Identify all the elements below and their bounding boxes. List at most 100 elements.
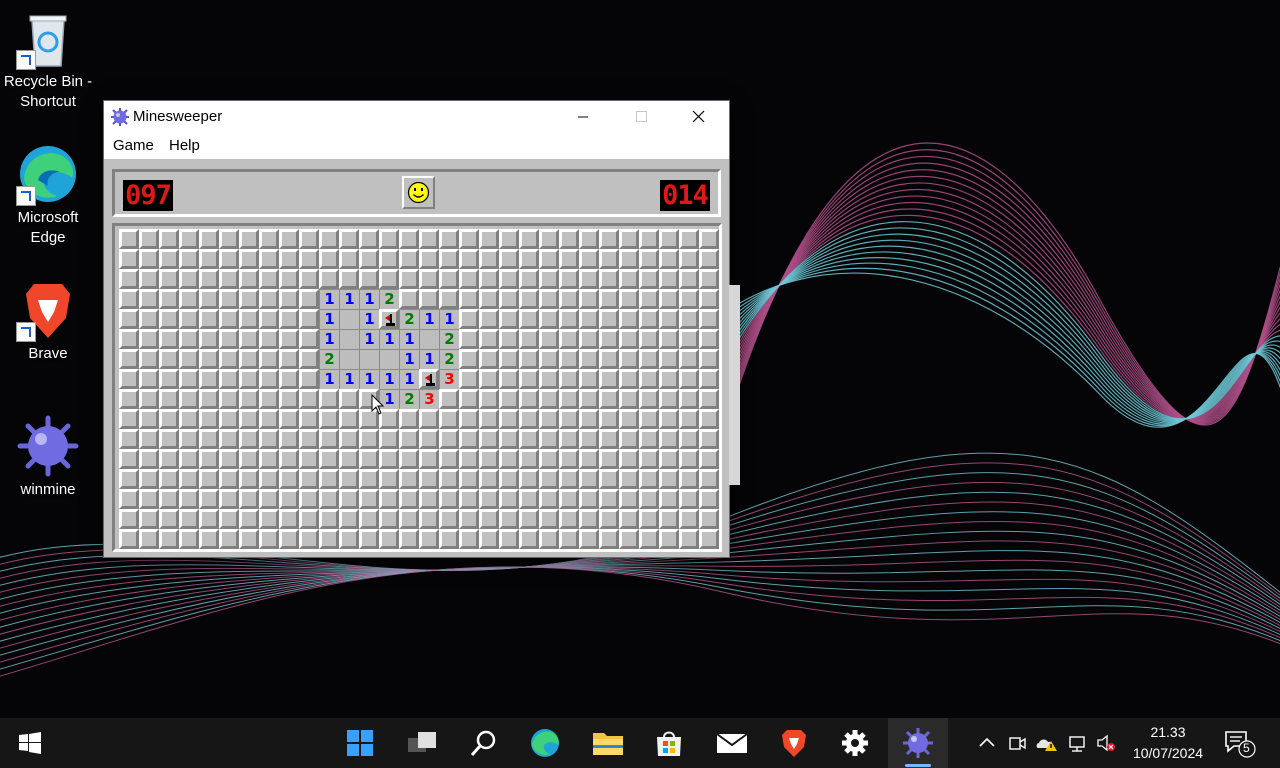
hidden-cell[interactable] [459, 329, 479, 349]
hidden-cell[interactable] [239, 429, 259, 449]
notification-center-button[interactable]: 5 [1222, 728, 1256, 758]
number-cell[interactable]: 1 [339, 369, 359, 389]
number-cell[interactable]: 1 [399, 369, 419, 389]
hidden-cell[interactable] [679, 429, 699, 449]
hidden-cell[interactable] [559, 449, 579, 469]
hidden-cell[interactable] [679, 409, 699, 429]
hidden-cell[interactable] [499, 289, 519, 309]
hidden-cell[interactable] [559, 249, 579, 269]
number-cell[interactable]: 1 [359, 309, 379, 329]
hidden-cell[interactable] [639, 469, 659, 489]
number-cell[interactable]: 1 [359, 329, 379, 349]
hidden-cell[interactable] [499, 489, 519, 509]
hidden-cell[interactable] [219, 289, 239, 309]
hidden-cell[interactable] [659, 409, 679, 429]
hidden-cell[interactable] [279, 409, 299, 429]
hidden-cell[interactable] [699, 489, 719, 509]
hidden-cell[interactable] [659, 529, 679, 549]
hidden-cell[interactable] [499, 329, 519, 349]
hidden-cell[interactable] [199, 369, 219, 389]
hidden-cell[interactable] [639, 249, 659, 269]
hidden-cell[interactable] [679, 389, 699, 409]
hidden-cell[interactable] [659, 269, 679, 289]
hidden-cell[interactable] [359, 509, 379, 529]
menu-help[interactable]: Help [169, 137, 200, 154]
hidden-cell[interactable] [199, 349, 219, 369]
hidden-cell[interactable] [439, 389, 459, 409]
hidden-cell[interactable] [659, 309, 679, 329]
hidden-cell[interactable] [599, 429, 619, 449]
hidden-cell[interactable] [119, 389, 139, 409]
hidden-cell[interactable] [479, 449, 499, 469]
hidden-cell[interactable] [159, 489, 179, 509]
hidden-cell[interactable] [599, 529, 619, 549]
hidden-cell[interactable] [599, 369, 619, 389]
hidden-cell[interactable] [539, 509, 559, 529]
hidden-cell[interactable] [619, 449, 639, 469]
hidden-cell[interactable] [699, 269, 719, 289]
hidden-cell[interactable] [139, 349, 159, 369]
hidden-cell[interactable] [399, 449, 419, 469]
hidden-cell[interactable] [579, 449, 599, 469]
hidden-cell[interactable] [159, 429, 179, 449]
hidden-cell[interactable] [479, 349, 499, 369]
hidden-cell[interactable] [659, 329, 679, 349]
hidden-cell[interactable] [159, 309, 179, 329]
hidden-cell[interactable] [199, 529, 219, 549]
hidden-cell[interactable] [499, 509, 519, 529]
hidden-cell[interactable] [199, 429, 219, 449]
hidden-cell[interactable] [639, 269, 659, 289]
hidden-cell[interactable] [239, 389, 259, 409]
number-cell[interactable]: 1 [359, 369, 379, 389]
number-cell[interactable]: 3 [439, 369, 459, 389]
hidden-cell[interactable] [299, 489, 319, 509]
hidden-cell[interactable] [679, 469, 699, 489]
hidden-cell[interactable] [119, 309, 139, 329]
hidden-cell[interactable] [519, 449, 539, 469]
hidden-cell[interactable] [479, 329, 499, 349]
hidden-cell[interactable] [379, 249, 399, 269]
hidden-cell[interactable] [499, 249, 519, 269]
hidden-cell[interactable] [139, 409, 159, 429]
hidden-cell[interactable] [679, 349, 699, 369]
hidden-cell[interactable] [639, 289, 659, 309]
hidden-cell[interactable] [359, 529, 379, 549]
hidden-cell[interactable] [559, 509, 579, 529]
hidden-cell[interactable] [119, 469, 139, 489]
hidden-cell[interactable] [199, 249, 219, 269]
hidden-cell[interactable] [379, 529, 399, 549]
hidden-cell[interactable] [279, 489, 299, 509]
hidden-cell[interactable] [339, 489, 359, 509]
hidden-cell[interactable] [359, 489, 379, 509]
onedrive-warning-icon[interactable] [1035, 733, 1059, 753]
hidden-cell[interactable] [119, 449, 139, 469]
hidden-cell[interactable] [539, 269, 559, 289]
hidden-cell[interactable] [539, 289, 559, 309]
hidden-cell[interactable] [519, 269, 539, 289]
number-cell[interactable]: 1 [339, 289, 359, 309]
title-bar[interactable]: Minesweeper [104, 101, 729, 132]
number-cell[interactable]: 1 [319, 369, 339, 389]
hidden-cell[interactable] [639, 309, 659, 329]
taskbar-store[interactable] [644, 718, 694, 768]
hidden-cell[interactable] [119, 509, 139, 529]
hidden-cell[interactable] [639, 449, 659, 469]
number-cell[interactable]: 1 [359, 289, 379, 309]
hidden-cell[interactable] [659, 389, 679, 409]
hidden-cell[interactable] [399, 229, 419, 249]
hidden-cell[interactable] [659, 229, 679, 249]
hidden-cell[interactable] [139, 229, 159, 249]
hidden-cell[interactable] [679, 489, 699, 509]
hidden-cell[interactable] [239, 329, 259, 349]
hidden-cell[interactable] [339, 229, 359, 249]
hidden-cell[interactable] [499, 469, 519, 489]
hidden-cell[interactable] [639, 329, 659, 349]
hidden-cell[interactable] [159, 409, 179, 429]
hidden-cell[interactable] [139, 289, 159, 309]
hidden-cell[interactable] [579, 489, 599, 509]
hidden-cell[interactable] [659, 249, 679, 269]
hidden-cell[interactable] [459, 409, 479, 429]
hidden-cell[interactable] [539, 449, 559, 469]
hidden-cell[interactable] [199, 229, 219, 249]
hidden-cell[interactable] [299, 509, 319, 529]
